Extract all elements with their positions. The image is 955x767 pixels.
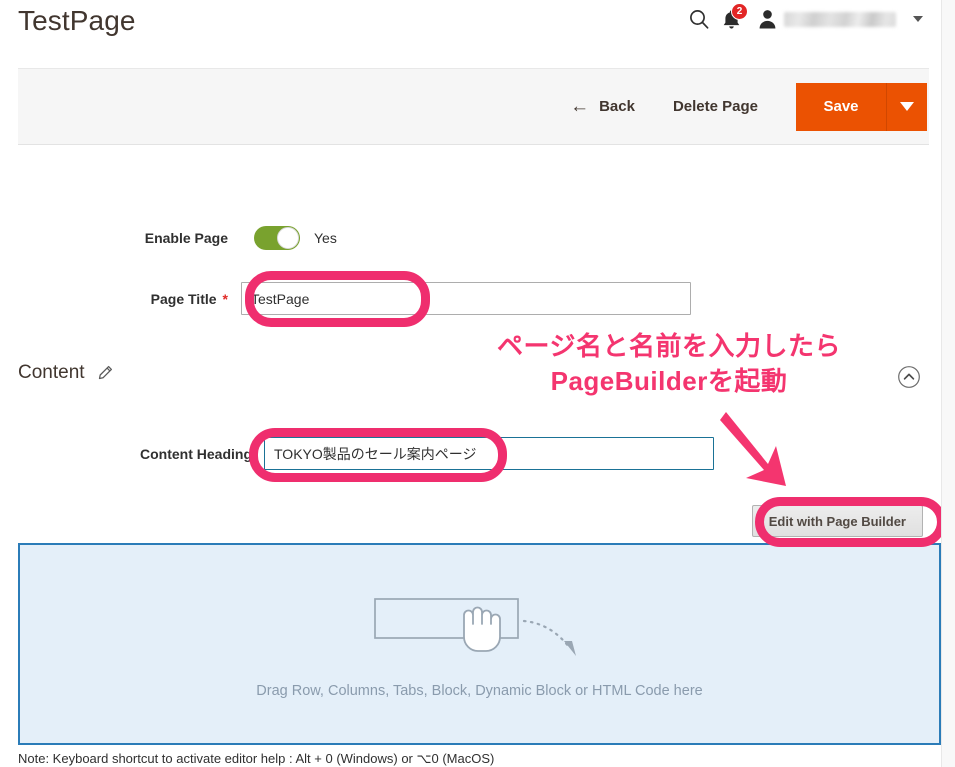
notifications-count-badge: 2 — [731, 3, 748, 20]
page-title: TestPage — [18, 5, 136, 37]
page-header: TestPage 2 — [0, 0, 941, 52]
edit-with-page-builder-button[interactable]: Edit with Page Builder — [752, 505, 923, 537]
collapse-section-button[interactable] — [897, 365, 921, 389]
header-tools: 2 — [684, 4, 923, 34]
enable-page-label: Enable Page — [0, 230, 228, 246]
page-title-input[interactable] — [241, 282, 691, 315]
back-button[interactable]: ← Back — [570, 97, 635, 116]
keyboard-shortcut-note: Note: Keyboard shortcut to activate edit… — [18, 751, 494, 767]
content-section-title: Content — [18, 362, 85, 384]
dropzone-hint-text: Drag Row, Columns, Tabs, Block, Dynamic … — [256, 683, 702, 699]
pencil-icon[interactable] — [97, 365, 113, 381]
page-title-row: Page Title * — [0, 282, 720, 315]
callout-annotation-text: ページ名と名前を入力したら PageBuilderを起動 — [497, 329, 841, 399]
content-section-header: Content — [18, 362, 113, 384]
page-title-label-text: Page Title — [151, 291, 217, 307]
save-button[interactable]: Save — [796, 83, 886, 131]
callout-line-2: PageBuilderを起動 — [497, 364, 841, 399]
user-avatar-icon — [758, 9, 777, 29]
enable-page-row: Enable Page Yes — [0, 226, 720, 250]
toggle-knob — [277, 227, 299, 249]
required-indicator: * — [223, 291, 228, 307]
chevron-down-icon — [900, 102, 914, 111]
page-root: TestPage 2 — [0, 0, 941, 767]
delete-page-button[interactable]: Delete Page — [673, 98, 758, 115]
content-heading-input[interactable] — [264, 437, 714, 470]
back-button-label: Back — [599, 98, 635, 115]
user-name-redacted — [784, 12, 896, 27]
arrow-left-icon: ← — [570, 97, 589, 116]
chevron-down-icon[interactable] — [913, 16, 923, 22]
page-builder-dropzone[interactable]: Drag Row, Columns, Tabs, Block, Dynamic … — [18, 543, 941, 745]
save-button-group: Save — [796, 83, 927, 131]
page-right-gutter — [941, 0, 955, 767]
callout-line-1: ページ名と名前を入力したら — [497, 329, 841, 364]
enable-page-toggle[interactable] — [254, 226, 300, 250]
user-menu[interactable] — [758, 9, 923, 29]
page-title-label: Page Title * — [0, 291, 228, 307]
content-heading-label: Content Heading — [0, 446, 252, 462]
enable-page-toggle-state: Yes — [314, 230, 337, 246]
save-options-button[interactable] — [886, 83, 927, 131]
drag-hand-icon — [366, 595, 594, 669]
notifications-bell[interactable]: 2 — [714, 4, 748, 34]
search-icon[interactable] — [684, 4, 714, 34]
page-actions-toolbar: ← Back Delete Page Save — [18, 68, 929, 145]
dropzone-content: Drag Row, Columns, Tabs, Block, Dynamic … — [20, 595, 939, 699]
content-heading-row: Content Heading — [0, 437, 720, 470]
